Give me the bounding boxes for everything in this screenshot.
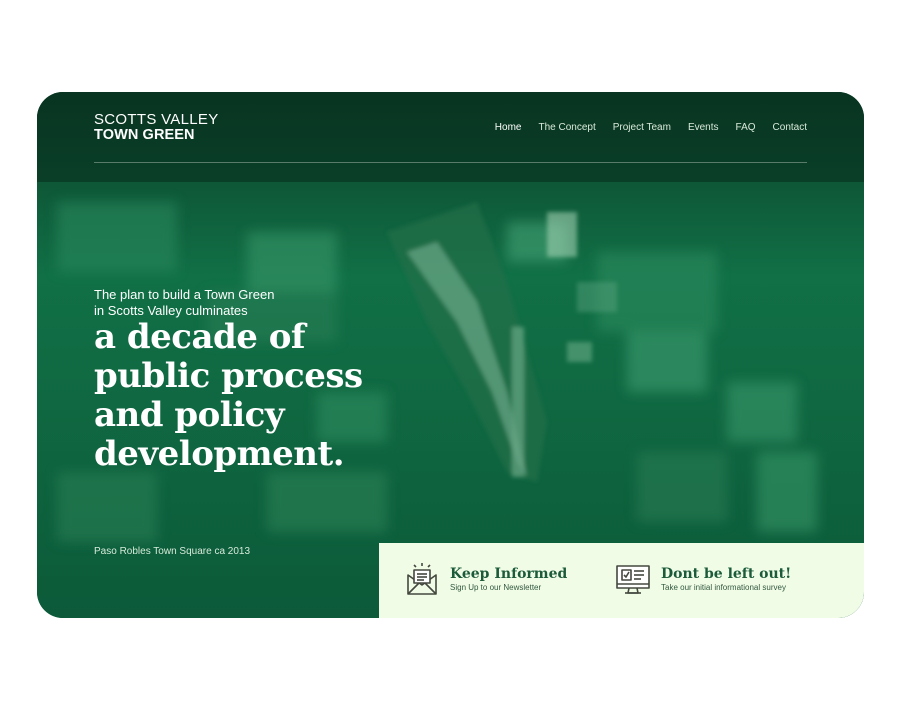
site-logo[interactable]: SCOTTS VALLEY TOWN GREEN xyxy=(94,112,219,143)
nav-faq[interactable]: FAQ xyxy=(736,122,756,133)
survey-title: Dont be left out! xyxy=(661,566,792,582)
hero-intro: The plan to build a Town Green in Scotts… xyxy=(94,287,354,319)
newsletter-title: Keep Informed xyxy=(450,566,568,582)
newsletter-cta[interactable]: Keep Informed Sign Up to our Newsletter xyxy=(404,561,567,597)
computer-survey-icon xyxy=(615,561,651,597)
headline-line-3: and policy xyxy=(94,395,285,435)
newsletter-subtitle: Sign Up to our Newsletter xyxy=(450,583,542,592)
envelope-newsletter-icon xyxy=(404,561,440,597)
nav-project-team[interactable]: Project Team xyxy=(613,122,671,133)
cta-panel: Keep Informed Sign Up to our Newsletter xyxy=(379,543,864,618)
headline-line-1: a decade of xyxy=(94,317,306,357)
logo-line-1: SCOTTS VALLEY xyxy=(94,111,219,128)
survey-subtitle: Take our initial informational survey xyxy=(661,583,786,592)
headline-line-4: development. xyxy=(94,434,345,474)
hero-headline: a decade of public process and policy de… xyxy=(94,318,424,474)
headline-line-2: public process xyxy=(94,356,363,396)
hero-frame: SCOTTS VALLEY TOWN GREEN Home The Concep… xyxy=(37,92,864,618)
survey-cta[interactable]: Dont be left out! Take our initial infor… xyxy=(615,561,791,597)
main-nav: Home The Concept Project Team Events FAQ… xyxy=(495,122,807,133)
nav-home[interactable]: Home xyxy=(495,122,522,133)
hero-intro-line-1: The plan to build a Town Green xyxy=(94,287,275,302)
header-divider xyxy=(94,162,807,163)
logo-line-2: TOWN GREEN xyxy=(94,127,195,143)
photo-caption: Paso Robles Town Square ca 2013 xyxy=(94,546,251,557)
nav-events[interactable]: Events xyxy=(688,122,719,133)
nav-contact[interactable]: Contact xyxy=(773,122,807,133)
nav-the-concept[interactable]: The Concept xyxy=(538,122,595,133)
